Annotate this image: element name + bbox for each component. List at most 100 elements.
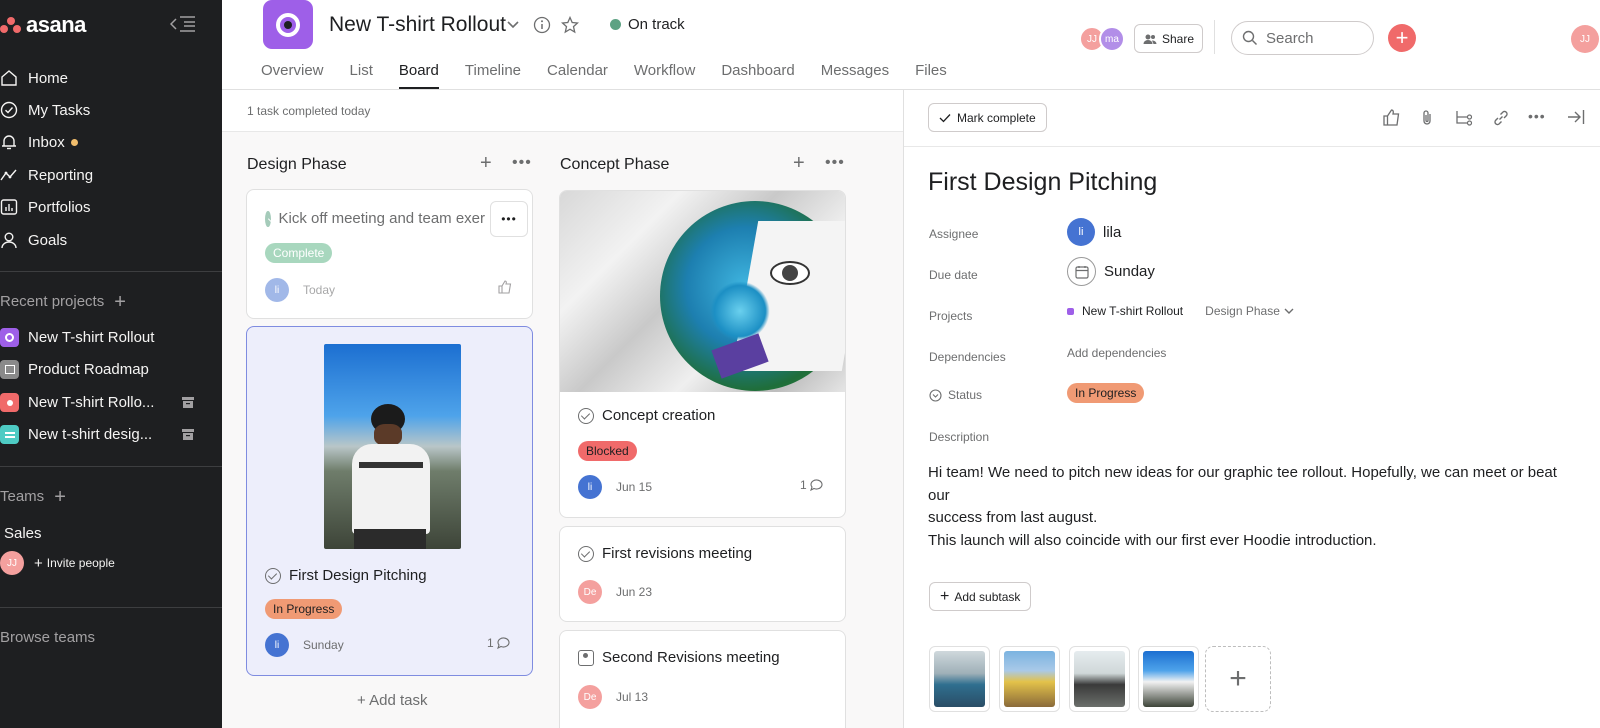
more-icon[interactable]: ••• <box>1528 108 1546 124</box>
assignee-avatar[interactable]: li <box>265 278 289 302</box>
sidebar-project-product-roadmap[interactable]: Product Roadmap <box>0 360 200 379</box>
link-icon[interactable] <box>1492 109 1510 127</box>
projects-label-text: Projects <box>929 309 973 323</box>
tab-overview[interactable]: Overview <box>261 62 324 89</box>
description-text[interactable]: Hi team! We need to pitch new ideas for … <box>928 462 1568 552</box>
like-icon[interactable] <box>498 280 512 294</box>
tab-workflow[interactable]: Workflow <box>634 62 695 89</box>
tab-board[interactable]: Board <box>398 62 439 89</box>
comment-number: 1 <box>800 478 807 492</box>
asana-logo[interactable]: asana <box>0 12 86 38</box>
project-board-icon <box>0 425 19 444</box>
browse-teams-link[interactable]: Browse teams <box>0 629 95 646</box>
tab-timeline[interactable]: Timeline <box>465 62 521 89</box>
task-card[interactable]: Second Revisions meeting De Jul 13 <box>559 630 846 728</box>
add-attachment-button[interactable]: + <box>1205 646 1271 712</box>
search-input[interactable]: Search <box>1231 21 1374 55</box>
project-label: New T-shirt Rollo... <box>28 394 155 411</box>
task-title[interactable]: First Design Pitching <box>928 168 1157 197</box>
task-card[interactable]: First revisions meeting De Jun 23 <box>559 526 846 622</box>
tab-messages[interactable]: Messages <box>821 62 889 89</box>
subtask-icon[interactable] <box>1455 109 1473 126</box>
status-field[interactable]: In Progress <box>1067 383 1145 403</box>
section-select[interactable]: Design Phase <box>1205 304 1294 318</box>
nav-inbox[interactable]: Inbox <box>0 130 78 154</box>
complete-check-icon[interactable] <box>265 210 271 227</box>
recent-projects-header[interactable]: Recent projects + <box>0 292 126 312</box>
nav-portfolios[interactable]: Portfolios <box>0 195 91 219</box>
attachment-thumbnail[interactable] <box>1069 646 1130 712</box>
project-name[interactable]: New T-shirt Rollout <box>1082 304 1183 318</box>
mark-complete-button[interactable]: Mark complete <box>928 103 1047 132</box>
invite-people-button[interactable]: + Invite people <box>34 555 115 572</box>
assignee-avatar[interactable]: li <box>265 633 289 657</box>
assignee-avatar[interactable]: li <box>578 475 602 499</box>
nav-goals[interactable]: Goals <box>0 228 67 252</box>
sidebar-project-tshirt-rollout[interactable]: New T-shirt Rollout <box>0 328 200 347</box>
projects-field[interactable]: New T-shirt Rollout Design Phase <box>1067 304 1294 318</box>
card-title: Kick off meeting and team exer <box>278 210 486 227</box>
add-dependencies-button[interactable]: Add dependencies <box>1067 346 1166 360</box>
user-avatar[interactable]: JJ <box>1571 25 1599 53</box>
teams-header[interactable]: Teams + <box>0 487 66 507</box>
like-icon[interactable] <box>1383 109 1400 126</box>
nav-home[interactable]: Home <box>0 66 68 90</box>
tab-list[interactable]: List <box>350 62 373 89</box>
more-icon[interactable]: ••• <box>825 154 845 172</box>
description-line: This launch will also coincide with our … <box>928 531 1377 549</box>
attachment-thumbnail[interactable] <box>929 646 990 712</box>
project-header: New T-shirt Rollout On track Overview Li… <box>222 0 1600 90</box>
column-title[interactable]: Design Phase <box>247 156 347 174</box>
create-button[interactable]: + <box>1388 24 1416 52</box>
star-icon[interactable] <box>561 16 579 34</box>
due-date-field[interactable]: Sunday <box>1067 257 1155 286</box>
add-task-button[interactable]: + Add task <box>357 692 427 709</box>
sidebar-project-tshirt-rollout-2[interactable]: New T-shirt Rollo... <box>0 393 200 412</box>
task-card-selected[interactable]: First Design Pitching In Progress li Sun… <box>246 326 533 676</box>
share-button[interactable]: Share <box>1134 24 1204 53</box>
attachment-icon[interactable] <box>1420 109 1434 127</box>
due-date: Jul 13 <box>616 690 649 704</box>
team-sales[interactable]: Sales <box>4 521 42 545</box>
panel-divider <box>904 146 1600 147</box>
card-more-button[interactable]: ••• <box>490 201 528 237</box>
complete-check-icon[interactable] <box>578 545 594 562</box>
chevron-down-icon[interactable] <box>506 20 520 30</box>
status-field-icon <box>929 388 942 402</box>
assignee-label-text: Assignee <box>929 227 979 241</box>
target-icon <box>276 12 300 37</box>
comment-count[interactable]: 1 <box>800 478 823 492</box>
assignee-avatar[interactable]: De <box>578 685 602 709</box>
sidebar-project-tshirt-design[interactable]: New t-shirt desig... <box>0 425 200 444</box>
attachment-thumbnail[interactable] <box>999 646 1060 712</box>
tab-dashboard[interactable]: Dashboard <box>721 62 794 89</box>
task-card[interactable]: Concept creation Blocked li Jun 15 1 <box>559 190 846 518</box>
complete-check-icon[interactable] <box>578 407 594 424</box>
approval-icon[interactable] <box>578 649 594 666</box>
nav-reporting[interactable]: Reporting <box>0 163 93 187</box>
project-status[interactable]: On track <box>628 16 685 33</box>
add-card-icon[interactable]: + <box>793 152 805 175</box>
add-subtask-button[interactable]: + Add subtask <box>929 582 1032 611</box>
add-card-icon[interactable]: + <box>480 152 492 175</box>
attachment-thumbnail[interactable] <box>1138 646 1199 712</box>
complete-check-icon[interactable] <box>265 567 281 584</box>
assignee-field[interactable]: li lila <box>1067 218 1121 246</box>
close-panel-icon[interactable] <box>1567 109 1585 125</box>
assignee-avatar[interactable]: De <box>578 580 602 604</box>
avatar[interactable]: JJ <box>0 551 24 575</box>
tab-calendar[interactable]: Calendar <box>547 62 608 89</box>
add-team-icon[interactable]: + <box>54 487 66 507</box>
status-badge: In Progress <box>265 599 343 619</box>
info-icon[interactable] <box>533 16 551 34</box>
nav-my-tasks[interactable]: My Tasks <box>0 98 90 122</box>
more-icon[interactable]: ••• <box>512 154 532 172</box>
task-card[interactable]: Kick off meeting and team exer ••• Compl… <box>246 189 533 319</box>
tab-files[interactable]: Files <box>915 62 947 89</box>
add-project-icon[interactable]: + <box>114 292 126 312</box>
comment-count[interactable]: 1 <box>487 636 510 650</box>
avatar[interactable]: ma <box>1099 26 1125 52</box>
collapse-sidebar-icon[interactable] <box>170 14 196 34</box>
due-date: Jun 15 <box>616 480 653 494</box>
column-title[interactable]: Concept Phase <box>560 156 669 174</box>
